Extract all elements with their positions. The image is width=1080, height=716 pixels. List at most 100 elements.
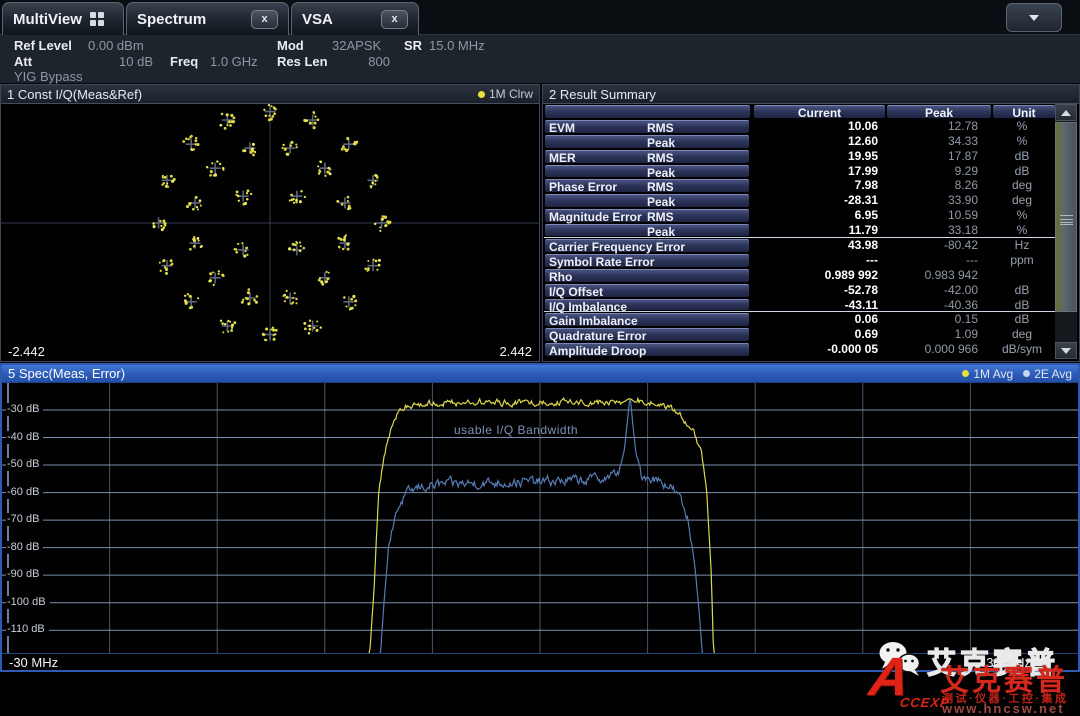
att-value[interactable]: 10 dB	[85, 54, 153, 69]
spectrum-panel-titlebar[interactable]: 5 Spec(Meas, Error) 1M Avg 2E Avg	[2, 365, 1078, 383]
result-row-label: Amplitude Droop	[545, 344, 647, 356]
column-header: Unit	[993, 105, 1055, 118]
measured-symbol-dot	[293, 248, 296, 251]
result-peak-value: 8.26	[884, 178, 990, 193]
measured-symbol-dot	[275, 329, 278, 332]
table-row: Magnitude ErrorRMS6.9510.59%	[544, 208, 1056, 223]
vsa-instrument-screen: MultiView Spectrum x VSA x Ref Level 0.0…	[0, 0, 1080, 716]
scroll-down-button[interactable]	[1055, 342, 1077, 359]
table-row: Phase ErrorRMS7.988.26deg	[544, 178, 1056, 193]
tab-spectrum-label: Spectrum	[137, 11, 206, 28]
tab-bar: MultiView Spectrum x VSA x	[0, 0, 1080, 35]
measured-symbol-dot	[247, 292, 249, 294]
measured-symbol-dot	[252, 153, 255, 156]
result-peak-value: 33.18	[884, 223, 990, 237]
ref-level-value[interactable]: 0.00 dBm	[88, 38, 144, 53]
measured-symbol-dot	[250, 193, 252, 195]
tab-overflow-dropdown-button[interactable]	[1006, 3, 1062, 32]
result-peak-value: 10.59	[884, 208, 990, 223]
measured-symbol-dot	[189, 248, 192, 251]
measured-symbol-dot	[303, 247, 306, 250]
trace1-label: 1M Clrw	[489, 87, 533, 101]
result-unit: dB	[990, 283, 1054, 298]
measured-symbol-dot	[374, 223, 376, 225]
measured-symbol-dot	[289, 200, 291, 202]
scroll-up-button[interactable]	[1055, 104, 1077, 121]
result-current-value: 0.69	[751, 327, 884, 342]
measured-symbol-dot	[290, 194, 293, 197]
measured-symbol-dot	[294, 244, 296, 246]
result-current-value: -0.000 05	[751, 342, 884, 357]
measured-symbol-dot	[153, 225, 156, 228]
y-axis-tick-label: -100 dB	[6, 596, 50, 609]
measured-symbol-dot	[219, 124, 222, 127]
measured-symbol-dot	[231, 327, 233, 329]
yig-bypass-label: YIG Bypass	[14, 69, 83, 84]
constellation-panel-titlebar[interactable]: 1 Const I/Q(Meas&Ref) 1M Clrw	[1, 85, 539, 104]
table-row: Peak12.6034.33%	[544, 134, 1056, 149]
result-row-label-cell: EVMRMS	[544, 119, 751, 134]
measured-symbol-dot	[367, 267, 370, 270]
measured-symbol-dot	[315, 329, 318, 332]
table-row: Peak-28.3133.90deg	[544, 193, 1056, 208]
measured-symbol-dot	[196, 206, 198, 208]
table-row: Quadrature Error0.691.09deg	[544, 327, 1056, 342]
res-len-value[interactable]: 800	[332, 54, 390, 69]
result-row-label: Symbol Rate Error	[545, 255, 647, 267]
result-summary-titlebar[interactable]: 2 Result Summary	[543, 85, 1079, 104]
y-axis-tick-label: -60 dB	[6, 486, 43, 499]
measured-symbol-dot	[255, 301, 258, 304]
result-row-label-cell: Peak	[544, 134, 751, 149]
spectrum-plot: usable I/Q Bandwidth -30 dB-40 dB-50 dB-…	[2, 383, 1078, 655]
tab-spectrum[interactable]: Spectrum x	[126, 2, 289, 35]
measured-symbol-dot	[248, 288, 251, 291]
tab-vsa-label: VSA	[302, 11, 333, 28]
measured-symbol-dot	[166, 183, 168, 185]
scrollbar-grip-icon	[1060, 215, 1073, 225]
measured-symbol-dot	[206, 166, 208, 168]
result-unit: dB	[990, 149, 1054, 164]
measured-symbol-dot	[164, 176, 167, 179]
measured-symbol-dot	[274, 333, 276, 335]
measured-symbol-dot	[318, 279, 321, 282]
spectrum-panel-title: 5 Spec(Meas, Error)	[8, 366, 125, 381]
result-peak-value: 0.15	[884, 312, 990, 327]
measured-symbol-dot	[245, 247, 247, 249]
close-tab-spectrum-button[interactable]: x	[251, 10, 278, 29]
measured-symbol-dot	[378, 259, 381, 262]
measured-symbol-dot	[253, 299, 256, 302]
measured-symbol-dot	[304, 196, 306, 198]
result-unit: ppm	[990, 253, 1054, 268]
sr-value[interactable]: 15.0 MHz	[429, 38, 485, 53]
result-summary-scrollbar[interactable]	[1055, 104, 1077, 359]
close-tab-vsa-button[interactable]: x	[381, 10, 408, 29]
measured-symbol-dot	[159, 220, 161, 222]
scrollbar-thumb[interactable]	[1055, 122, 1077, 312]
result-row-label	[545, 166, 647, 178]
freq-value[interactable]: 1.0 GHz	[210, 54, 258, 69]
settings-header: Ref Level 0.00 dBm Mod 32APSK SR 15.0 MH…	[0, 35, 1080, 84]
measured-symbol-dot	[295, 302, 297, 304]
result-unit: deg	[990, 193, 1054, 208]
measured-symbol-dot	[313, 112, 315, 114]
measured-symbol-dot	[379, 227, 381, 229]
ref-level-label: Ref Level	[14, 38, 72, 53]
measured-symbol-dot	[314, 122, 317, 125]
measured-symbol-dot	[160, 270, 162, 272]
result-row-label: Magnitude Error	[545, 210, 647, 222]
measured-symbol-dot	[290, 303, 292, 305]
result-row-sublabel: RMS	[647, 151, 674, 163]
measured-symbol-dot	[229, 124, 232, 127]
att-label: Att	[14, 54, 32, 69]
measured-symbol-dot	[247, 189, 250, 192]
measured-symbol-dot	[212, 271, 214, 273]
measured-symbol-dot	[313, 327, 315, 329]
measured-symbol-dot	[199, 199, 202, 202]
result-unit	[990, 268, 1054, 283]
measured-symbol-dot	[320, 326, 322, 328]
measured-symbol-dot	[192, 208, 195, 211]
measured-symbol-dot	[314, 115, 316, 117]
tab-vsa[interactable]: VSA x	[291, 2, 419, 35]
mod-value[interactable]: 32APSK	[332, 38, 381, 53]
tab-multiview[interactable]: MultiView	[2, 2, 124, 35]
